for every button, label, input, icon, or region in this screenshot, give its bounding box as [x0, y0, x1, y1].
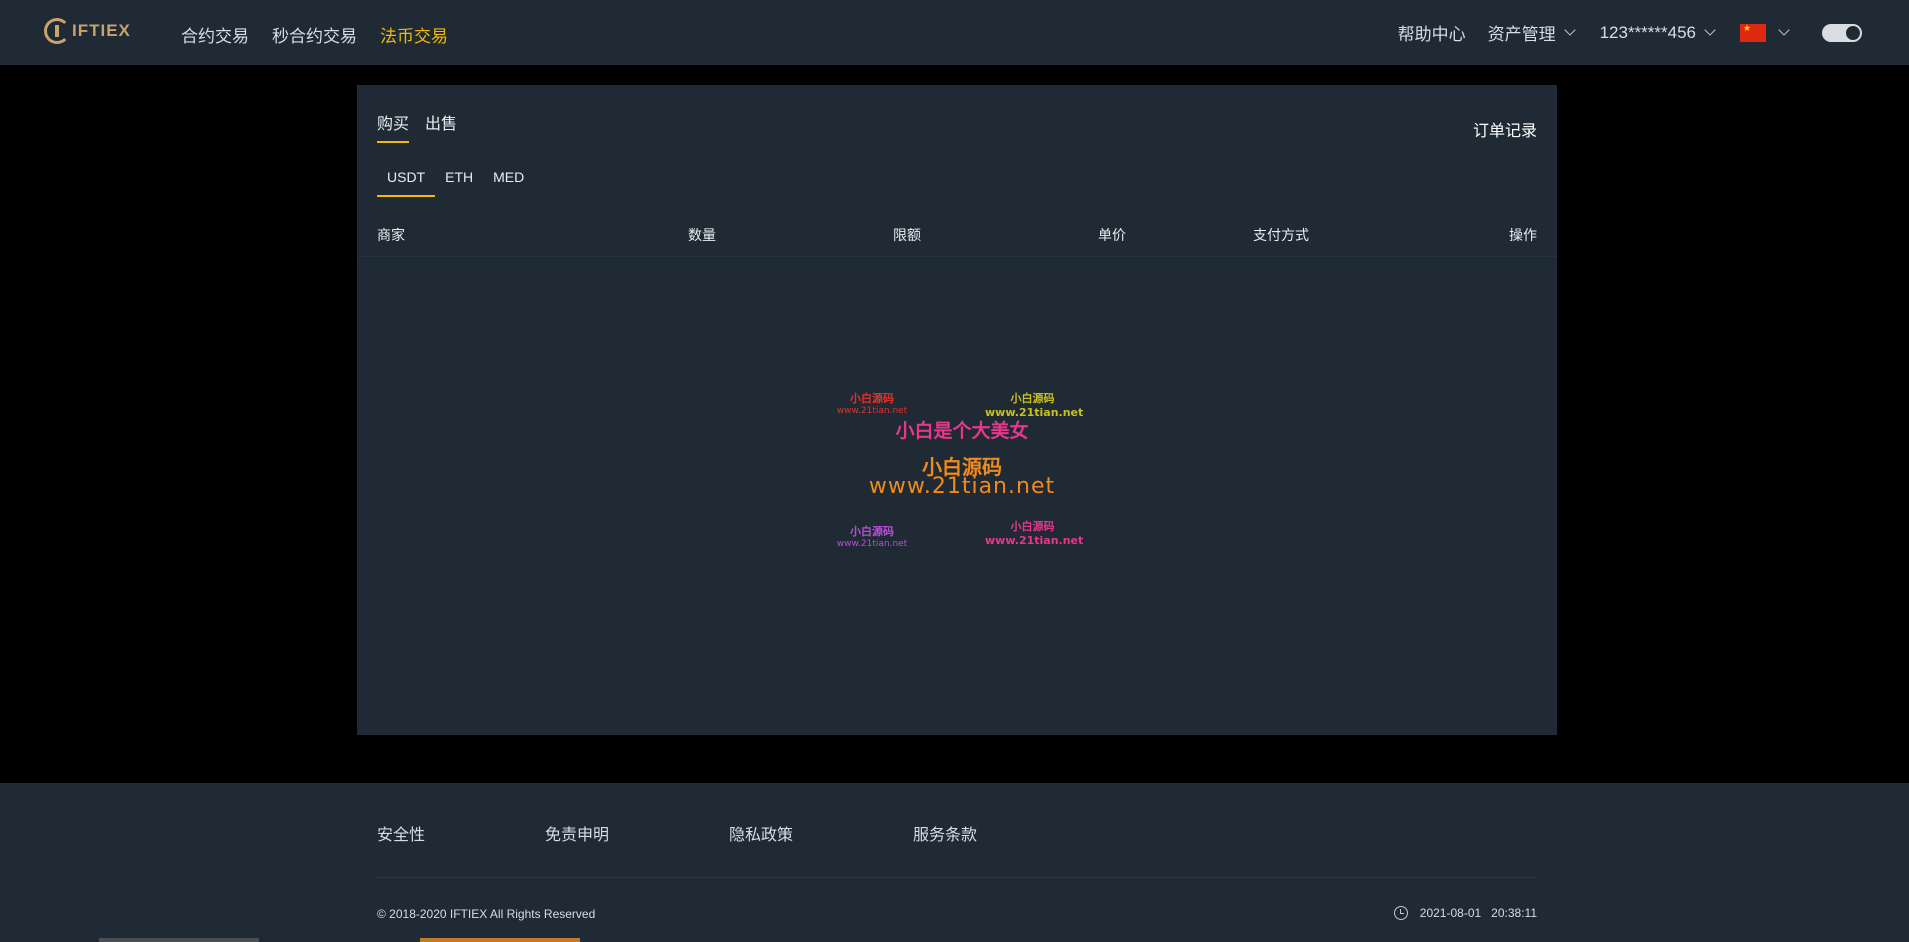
nav-fiat-trading[interactable]: 法币交易	[380, 22, 448, 47]
watermark-bottom-left: 小白源码 www.21tian.net	[832, 523, 912, 549]
theme-toggle[interactable]	[1822, 23, 1862, 42]
tab-usdt[interactable]: USDT	[377, 169, 436, 197]
nav-second-contract-trading[interactable]: 秒合约交易	[272, 22, 357, 47]
server-clock-time: 20:38:11	[1491, 906, 1537, 920]
table-header: 商家 数量 限额 单价 支付方式 操作	[357, 225, 1557, 257]
watermark-top-right: 小白源码 www.21tian.net	[985, 390, 1083, 419]
chevron-down-icon	[1563, 24, 1576, 36]
main-nav: 合约交易 秒合约交易 法币交易	[181, 22, 448, 47]
user-menu[interactable]: 123******456	[1599, 22, 1716, 43]
watermark-top-left: 小白源码 www.21tian.net	[832, 390, 912, 416]
logo[interactable]: IFTIEX	[44, 18, 131, 44]
watermark-text: 小白源码	[1010, 392, 1055, 405]
watermark-bottom-right: 小白源码 www.21tian.net	[985, 518, 1084, 547]
watermark-center-url: www.21tian.net	[868, 474, 1056, 499]
column-merchant: 商家	[377, 227, 405, 243]
watermark-text: 小白源码	[850, 392, 894, 405]
column-payment-method: 支付方式	[1253, 227, 1309, 243]
column-quantity: 数量	[688, 227, 716, 243]
logo-mark-icon	[44, 18, 70, 44]
footer-link-privacy[interactable]: 隐私政策	[729, 821, 793, 845]
bottom-strip-right	[420, 938, 580, 942]
server-date: 2021-08-01	[1419, 906, 1482, 920]
footer-link-disclaimer[interactable]: 免责申明	[545, 821, 609, 845]
moon-icon	[1846, 25, 1860, 40]
tab-sell[interactable]: 出售	[425, 110, 457, 143]
watermark-url: www.21tian.net	[836, 539, 908, 549]
column-limit: 限额	[893, 227, 921, 243]
language-selector[interactable]	[1740, 23, 1790, 42]
server-time: 2021-08-01 20:38:11	[1393, 906, 1537, 920]
footer: 安全性 免责申明 隐私政策 服务条款 © 2018-2020 IFTIEX Al…	[0, 783, 1909, 942]
chevron-down-icon	[1778, 24, 1790, 36]
bottom-strip-left	[99, 938, 259, 942]
order-record-link[interactable]: 订单记录	[1473, 117, 1537, 141]
watermark-url: www.21tian.net	[985, 534, 1084, 547]
assets-menu-label: 资产管理	[1487, 25, 1556, 44]
assets-menu[interactable]: 资产管理	[1487, 20, 1576, 45]
top-navbar: IFTIEX 合约交易 秒合约交易 法币交易 帮助中心 资产管理 123****…	[0, 0, 1909, 65]
coin-tabs: USDT ETH MED	[377, 169, 534, 197]
china-flag-icon	[1740, 23, 1766, 42]
column-action: 操作	[1509, 227, 1537, 243]
footer-link-terms[interactable]: 服务条款	[913, 821, 977, 845]
chevron-down-icon	[1704, 24, 1716, 36]
user-nav: 帮助中心 资产管理 123******456	[1398, 0, 1909, 65]
watermark-url: www.21tian.net	[836, 406, 908, 416]
nav-contract-trading[interactable]: 合约交易	[181, 22, 249, 47]
trade-direction-tabs: 购买 出售	[377, 110, 457, 143]
column-unit-price: 单价	[1098, 227, 1126, 243]
tab-eth[interactable]: ETH	[435, 169, 483, 197]
watermark: 小白源码 www.21tian.net 小白源码 www.21tian.net …	[832, 390, 1092, 560]
watermark-slogan: 小白是个大美女	[895, 420, 1029, 442]
logo-text: IFTIEX	[72, 21, 131, 40]
footer-divider	[377, 877, 1537, 878]
footer-link-security[interactable]: 安全性	[377, 821, 425, 845]
copyright-text: © 2018-2020 IFTIEX All Rights Reserved	[377, 907, 596, 921]
watermark-text: 小白源码	[1010, 520, 1055, 533]
otc-trade-panel: 购买 出售 订单记录 USDT ETH MED 商家 数量 限额 单价 支付方式…	[357, 85, 1557, 735]
watermark-text: 小白源码	[850, 525, 894, 538]
tab-buy[interactable]: 购买	[377, 110, 410, 143]
clock-icon	[1393, 906, 1408, 920]
help-center-link[interactable]: 帮助中心	[1398, 20, 1466, 45]
username: 123******456	[1599, 22, 1696, 42]
tab-med[interactable]: MED	[483, 169, 534, 197]
